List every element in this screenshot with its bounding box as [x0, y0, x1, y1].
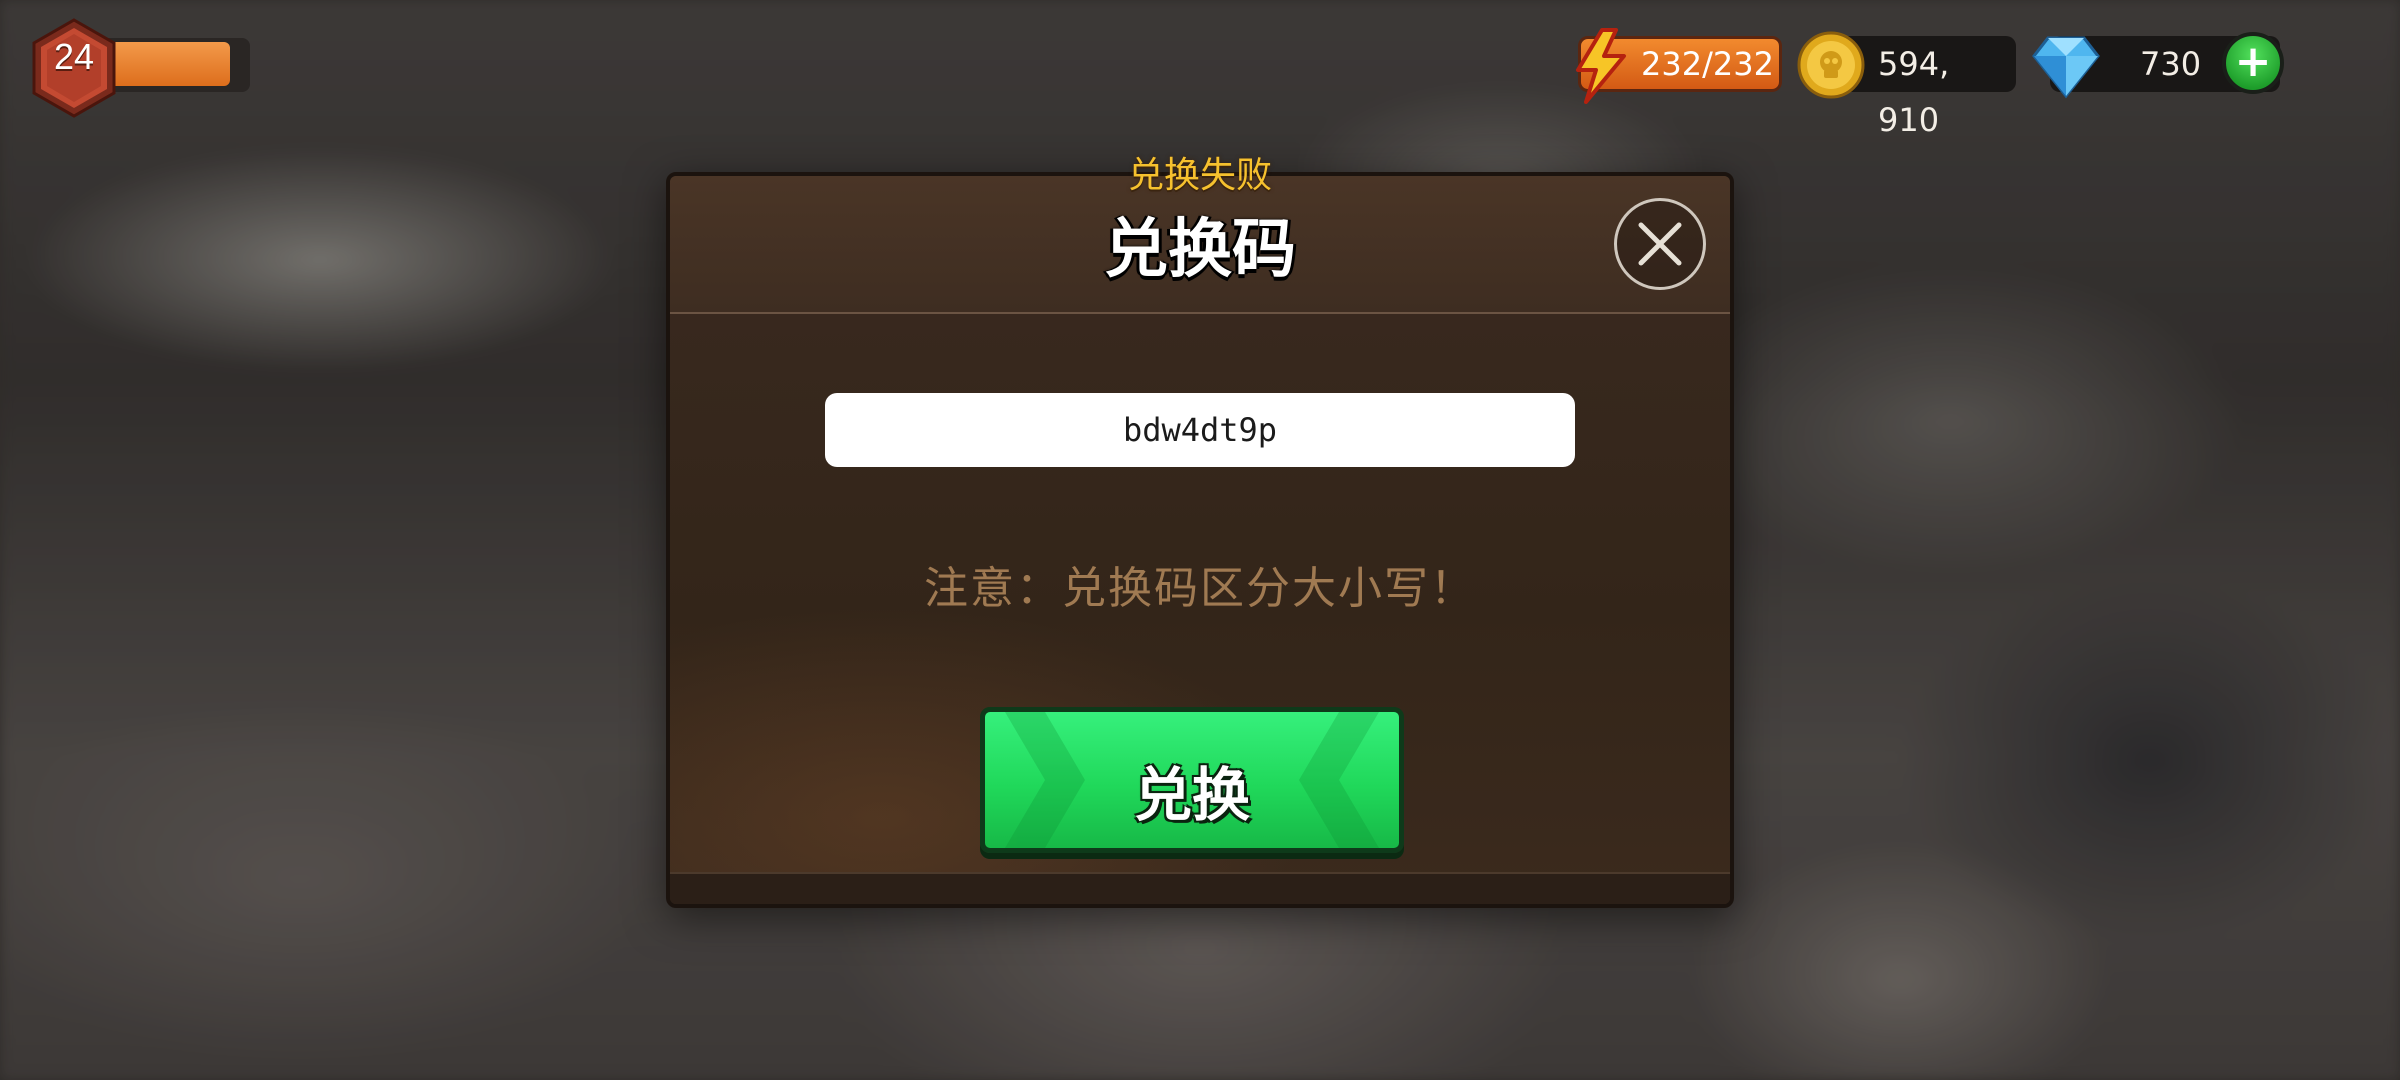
gem-value: 730	[2140, 45, 2202, 83]
plus-icon: +	[2234, 36, 2272, 87]
lightning-icon	[1576, 28, 1626, 104]
level-number: 24	[53, 36, 95, 77]
game-screen: 24 232/232 594, 910 730 + 兑换失败 兑换码 bdw4d…	[0, 0, 2400, 1080]
redeem-button[interactable]: 兑换	[980, 707, 1404, 853]
skull-coin-icon	[1797, 31, 1865, 99]
redeem-status-message: 兑换失败	[1127, 155, 1272, 196]
energy-value: 232/232	[1641, 45, 1774, 83]
diamond-icon	[2032, 36, 2100, 99]
case-sensitive-notice: 注意：兑换码区分大小写！	[924, 563, 1476, 614]
redeem-button-label: 兑换	[1133, 761, 1250, 829]
redeem-code-input[interactable]	[825, 393, 1575, 467]
add-gems-button[interactable]: +	[2222, 32, 2284, 94]
xp-bar-fill	[102, 42, 230, 86]
xp-bar	[100, 38, 250, 92]
coin-value: 594, 910	[1878, 45, 1950, 139]
close-button[interactable]	[1614, 198, 1706, 290]
dialog-title: 兑换码	[1104, 213, 1296, 287]
close-icon	[1638, 222, 1682, 266]
dialog-footer	[670, 872, 1730, 904]
player-level[interactable]: 24	[30, 18, 250, 118]
